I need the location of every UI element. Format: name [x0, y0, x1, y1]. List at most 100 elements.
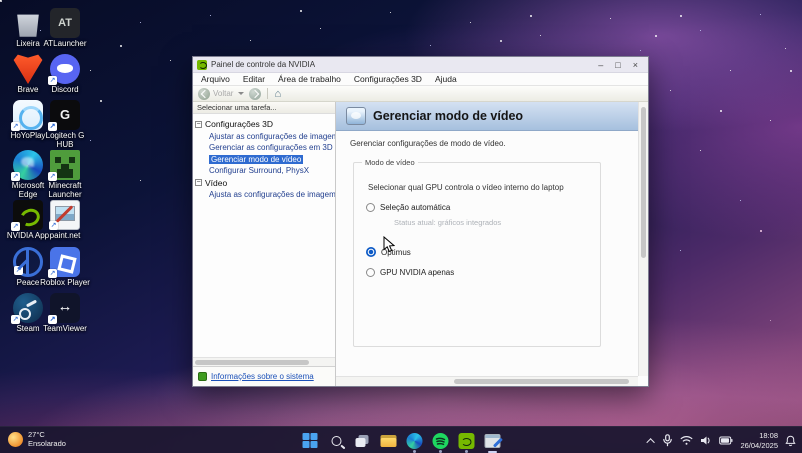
notification-bell-icon[interactable]: [785, 435, 796, 447]
display-mode-icon: [346, 107, 366, 125]
back-button-icon[interactable]: [198, 88, 210, 100]
volume-icon[interactable]: [700, 435, 712, 446]
status-label: Status atual: gráficos integrados: [394, 218, 600, 227]
shortcut-arrow-icon: ↗: [11, 172, 20, 181]
nvidia-control-panel-taskbar-button[interactable]: [482, 430, 503, 451]
desktop-icon-discord[interactable]: ↗Discord: [40, 54, 90, 94]
tree-group-configuracoes-3d[interactable]: − Configurações 3D: [195, 119, 333, 129]
edge-icon: ↗: [13, 150, 43, 180]
teamviewer-icon: ↔↗: [50, 293, 80, 323]
stars-layer-bright: [0, 0, 2, 2]
folder-icon: [380, 435, 396, 447]
content-horizontal-scrollbar[interactable]: [336, 376, 638, 386]
edge-icon: [406, 433, 422, 449]
minecraft-creeper-icon: ↗: [50, 150, 80, 180]
minimize-button[interactable]: –: [598, 58, 603, 72]
tree-item-gerenciar-modo-video[interactable]: Gerenciar modo de vídeo: [195, 155, 333, 164]
edge-taskbar-button[interactable]: [404, 430, 425, 451]
desktop-icon-minecraft[interactable]: ↗Minecraft Launcher: [40, 150, 90, 199]
spotify-icon: [432, 433, 448, 449]
maximize-button[interactable]: □: [615, 58, 620, 72]
desktop-icon-atlauncher[interactable]: ATATLauncher: [40, 8, 90, 48]
tree-item-configurar-surround[interactable]: Configurar Surround, PhysX: [195, 166, 333, 175]
desktop-icon-roblox[interactable]: ↗Roblox Player: [40, 247, 90, 287]
shortcut-arrow-icon: ↗: [11, 122, 20, 131]
taskbar-center-icons: [300, 427, 503, 453]
brave-icon: ↗: [13, 54, 43, 84]
title-bar[interactable]: Painel de controle da NVIDIA – □ ×: [193, 57, 648, 73]
radio-checked-icon[interactable]: [366, 247, 376, 257]
clock[interactable]: 18:08 26/04/2025: [740, 431, 778, 450]
wifi-icon[interactable]: [680, 435, 693, 446]
tree-item-ajusta-imagem-video[interactable]: Ajusta as configurações de imagem do víd…: [195, 190, 333, 199]
discord-icon: ↗: [50, 54, 80, 84]
search-button[interactable]: [326, 430, 347, 451]
taskbar: 27°C Ensolarado 18:08: [0, 426, 802, 453]
scrollbar-thumb[interactable]: [641, 107, 646, 258]
nvidia-logo-icon: [197, 60, 207, 70]
weather-widget[interactable]: 27°C Ensolarado: [8, 430, 66, 449]
system-tray: 18:08 26/04/2025: [649, 427, 796, 453]
shortcut-arrow-icon: ↗: [11, 76, 20, 85]
menu-area-de-trabalho[interactable]: Área de trabalho: [278, 74, 341, 84]
desktop-icon-paintnet[interactable]: ↗paint.net: [40, 200, 90, 240]
roblox-icon: ↗: [50, 247, 80, 277]
radio-optimus[interactable]: Optimus: [366, 247, 600, 257]
spotify-taskbar-button[interactable]: [430, 430, 451, 451]
start-button[interactable]: [300, 430, 321, 451]
file-explorer-button[interactable]: [378, 430, 399, 451]
desktop-icon-logitech-ghub[interactable]: G↗Logitech G HUB: [40, 100, 90, 149]
radio-unchecked-icon[interactable]: [366, 268, 375, 277]
desktop-icon-teamviewer[interactable]: ↔↗TeamViewer: [40, 293, 90, 333]
toolbar: Voltar ⌂: [193, 86, 648, 102]
groupbox-legend: Modo de vídeo: [362, 158, 418, 167]
task-sidebar: Selecionar uma tarefa... − Configurações…: [193, 102, 336, 386]
collapse-icon[interactable]: −: [195, 179, 202, 186]
menu-arquivo[interactable]: Arquivo: [201, 74, 230, 84]
nvidia-control-panel-icon: [484, 434, 500, 448]
scrollbar-thumb[interactable]: [195, 360, 309, 365]
scrollbar-thumb[interactable]: [454, 379, 629, 384]
system-info-link[interactable]: Informações sobre o sistema: [211, 372, 314, 381]
microphone-icon[interactable]: [662, 434, 673, 447]
radio-unchecked-icon[interactable]: [366, 203, 375, 212]
battery-icon[interactable]: [719, 436, 733, 445]
weather-temp: 27°C: [28, 430, 66, 439]
mouse-cursor: [383, 236, 395, 259]
menu-editar[interactable]: Editar: [243, 74, 265, 84]
task-view-button[interactable]: [352, 430, 373, 451]
radio-gpu-nvidia-apenas[interactable]: GPU NVIDIA apenas: [366, 268, 600, 277]
nvidia-app-taskbar-button[interactable]: [456, 430, 477, 451]
forward-button-icon[interactable]: [249, 88, 261, 100]
close-button[interactable]: ×: [633, 58, 638, 72]
back-dropdown-icon[interactable]: [238, 92, 244, 95]
clock-date: 26/04/2025: [740, 441, 778, 450]
nvidia-eye-icon: ↗: [13, 200, 43, 230]
menu-configuracoes-3d[interactable]: Configurações 3D: [354, 74, 422, 84]
tree-item-ajustar-imagem[interactable]: Ajustar as configurações de imagem com a…: [195, 132, 333, 141]
collapse-icon[interactable]: −: [195, 121, 202, 128]
shortcut-arrow-icon: ↗: [48, 315, 57, 324]
shortcut-arrow-icon: ↗: [49, 221, 58, 230]
nvidia-icon: [458, 433, 474, 449]
tree-item-gerenciar-config-3d[interactable]: Gerenciar as configurações em 3D: [195, 143, 333, 152]
content-vertical-scrollbar[interactable]: [638, 102, 648, 376]
system-info-icon: [198, 372, 207, 381]
shortcut-arrow-icon: ↗: [11, 222, 20, 231]
back-button-label: Voltar: [213, 89, 233, 98]
atlauncher-icon: AT: [50, 8, 80, 38]
weather-condition: Ensolarado: [28, 439, 66, 448]
home-icon[interactable]: ⌂: [274, 88, 281, 100]
windows-logo-icon: [303, 433, 318, 448]
shortcut-arrow-icon: ↗: [14, 266, 23, 275]
sidebar-horizontal-scrollbar[interactable]: [193, 357, 335, 366]
peace-symbol-icon: ↗: [13, 247, 43, 277]
gpu-question-label: Selecionar qual GPU controla o vídeo int…: [354, 163, 600, 192]
hidden-icons-chevron-icon[interactable]: [647, 438, 655, 446]
window-title: Painel de controle da NVIDIA: [211, 60, 598, 69]
task-view-icon: [355, 435, 369, 447]
menu-ajuda[interactable]: Ajuda: [435, 74, 457, 84]
radio-selecao-automatica[interactable]: Seleção automática: [366, 203, 600, 212]
shortcut-arrow-icon: ↗: [48, 122, 57, 131]
tree-group-video[interactable]: − Vídeo: [195, 178, 333, 188]
